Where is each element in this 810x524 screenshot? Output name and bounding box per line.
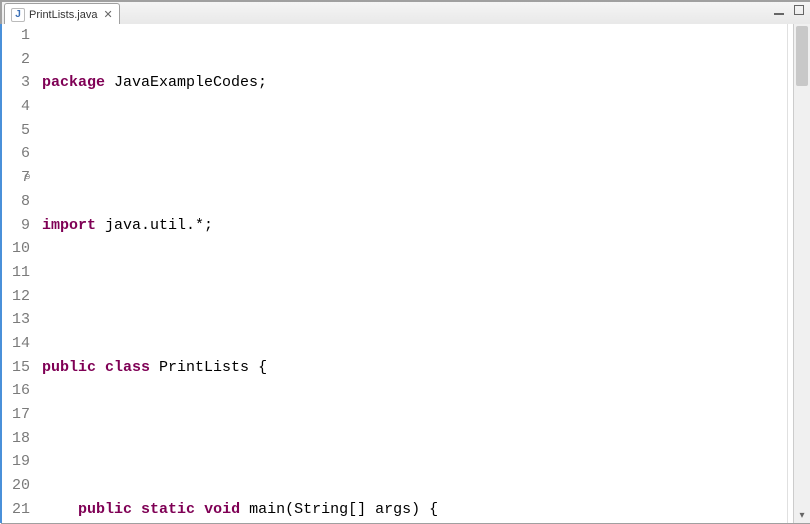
fold-marker-icon[interactable]: ⊖ bbox=[24, 166, 31, 190]
java-file-icon: J bbox=[11, 8, 25, 22]
line-number: 5 bbox=[0, 119, 30, 143]
vertical-scrollbar[interactable]: ▴ ▾ bbox=[793, 24, 810, 523]
code-line: public class PrintLists { bbox=[36, 356, 787, 380]
line-number: 7⊖ bbox=[0, 166, 30, 190]
line-number: 11 bbox=[0, 261, 30, 285]
code-line bbox=[36, 427, 787, 451]
line-number: 20 bbox=[0, 474, 30, 498]
line-number: 2 bbox=[0, 48, 30, 72]
code-line bbox=[36, 285, 787, 309]
change-indicator-strip bbox=[0, 24, 2, 523]
editor-tab[interactable]: J PrintLists.java ✕ bbox=[4, 3, 120, 25]
tab-filename: PrintLists.java bbox=[29, 9, 97, 21]
code-line: public static void main(String[] args) { bbox=[36, 498, 787, 522]
code-editor[interactable]: package JavaExampleCodes; import java.ut… bbox=[36, 24, 787, 523]
line-number: 15 bbox=[0, 356, 30, 380]
line-number: 9 bbox=[0, 214, 30, 238]
line-number: 21 bbox=[0, 498, 30, 522]
line-number: 12 bbox=[0, 285, 30, 309]
code-line: import java.util.*; bbox=[36, 214, 787, 238]
scrollbar-thumb[interactable] bbox=[796, 26, 808, 86]
minimize-icon[interactable] bbox=[774, 5, 784, 15]
maximize-icon[interactable] bbox=[794, 5, 804, 15]
line-number: 14 bbox=[0, 332, 30, 356]
editor-area: 1 2 3 4 5 6 7⊖ 8 9 10 11 12 13 14 15 16 … bbox=[0, 24, 810, 523]
line-number: 6 bbox=[0, 142, 30, 166]
scroll-down-icon[interactable]: ▾ bbox=[794, 507, 810, 523]
line-number: 8 bbox=[0, 190, 30, 214]
line-number-gutter: 1 2 3 4 5 6 7⊖ 8 9 10 11 12 13 14 15 16 … bbox=[0, 24, 36, 523]
code-line bbox=[36, 143, 787, 167]
window-controls bbox=[774, 5, 804, 15]
close-icon[interactable]: ✕ bbox=[103, 8, 112, 21]
line-number: 13 bbox=[0, 308, 30, 332]
line-number: 1 bbox=[0, 24, 30, 48]
line-number: 18 bbox=[0, 427, 30, 451]
code-line: package JavaExampleCodes; bbox=[36, 71, 787, 95]
line-number: 17 bbox=[0, 403, 30, 427]
line-number: 3 bbox=[0, 71, 30, 95]
line-number: 10 bbox=[0, 237, 30, 261]
line-number: 4 bbox=[0, 95, 30, 119]
tab-bar: J PrintLists.java ✕ bbox=[2, 2, 810, 26]
line-number: 16 bbox=[0, 379, 30, 403]
line-number: 19 bbox=[0, 450, 30, 474]
